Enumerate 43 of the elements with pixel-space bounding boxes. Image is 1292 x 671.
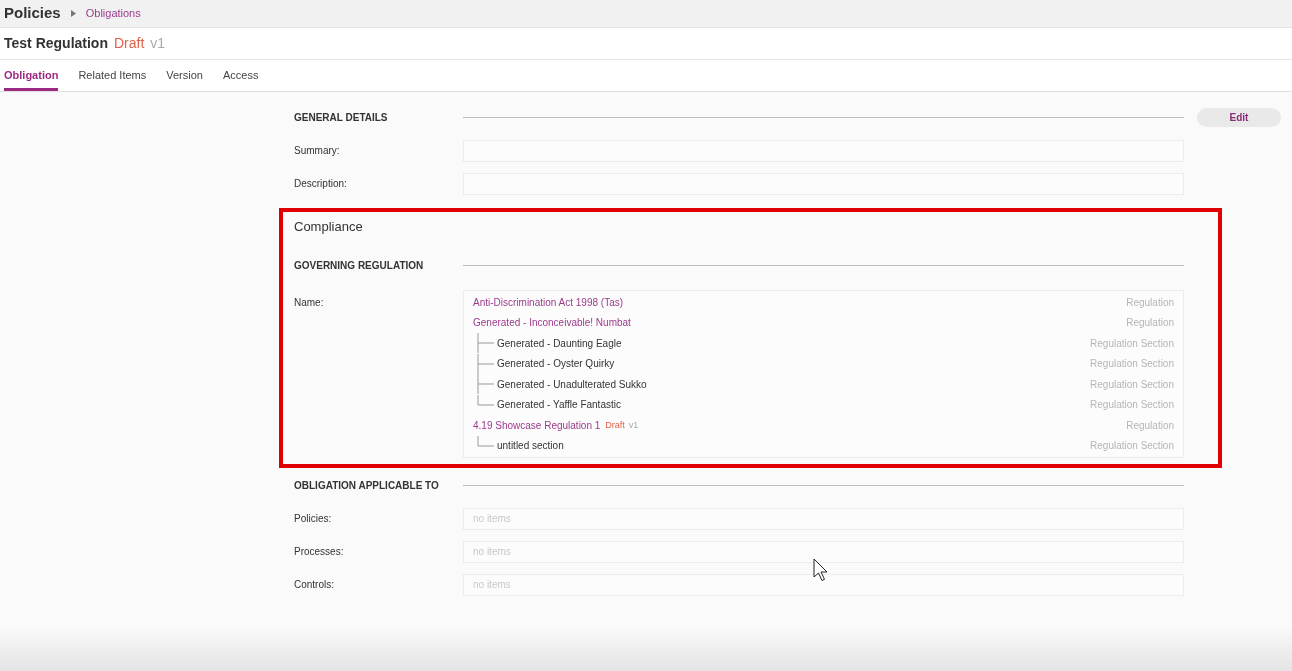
status-label: Draft [605,418,625,432]
status-label: Draft [113,34,145,53]
field-label: Policies: [294,512,333,526]
tab[interactable]: Version [166,60,203,91]
section-heading: GENERAL DETAILS [294,110,389,125]
tree-connector-icon [475,353,495,374]
regulation-link[interactable]: Generated - Inconceivable! Numbat [473,315,631,331]
section-name[interactable]: untitled section [497,438,564,454]
section-name[interactable]: Generated - Yaffle Fantastic [497,397,621,413]
chevron-right-icon [70,10,76,17]
section-heading: OBLIGATION APPLICABLE TO [294,478,440,493]
tree-connector-icon [475,435,495,447]
item-type: Regulation [1126,418,1174,433]
section-heading: GOVERNING REGULATION [294,258,425,273]
item-type: Regulation [1126,295,1174,310]
regulation-link[interactable]: Anti-Discrimination Act 1998 (Tas) [473,294,624,310]
tab[interactable]: Obligation [4,60,59,91]
version-label: v1 [628,418,639,432]
section-name[interactable]: Generated - Oyster Quirky [497,356,615,372]
field-label: Name: [294,296,325,310]
item-type: Regulation Section [1090,336,1174,351]
item-type: Regulation [1126,316,1174,331]
version-label: v1 [150,34,166,53]
mouse-pointer-icon [813,558,829,582]
item-type: Regulation Section [1090,439,1174,454]
tab[interactable]: Related Items [78,60,147,91]
section-name[interactable]: Generated - Unadulterated Sukko [497,376,647,392]
section-name[interactable]: Generated - Daunting Eagle [497,335,622,351]
record-title: Test Regulation [4,34,108,53]
item-type: Regulation Section [1090,357,1174,372]
field-label: Summary: [294,144,341,158]
edit-button[interactable]: Edit [1197,107,1281,127]
breadcrumb-root[interactable]: Policies [4,2,61,25]
field-label: Description: [294,177,348,191]
field-label: Processes: [294,545,345,559]
tree-connector-icon [475,333,495,354]
item-type: Regulation Section [1090,377,1174,392]
regulation-link[interactable]: 4.19 Showcase Regulation 1 [473,417,601,433]
tab[interactable]: Access [222,60,259,91]
item-type: Regulation Section [1090,398,1174,413]
field-label: Controls: [294,578,335,592]
section-title: Compliance [294,218,364,237]
breadcrumb-link[interactable]: Obligations [85,5,141,22]
